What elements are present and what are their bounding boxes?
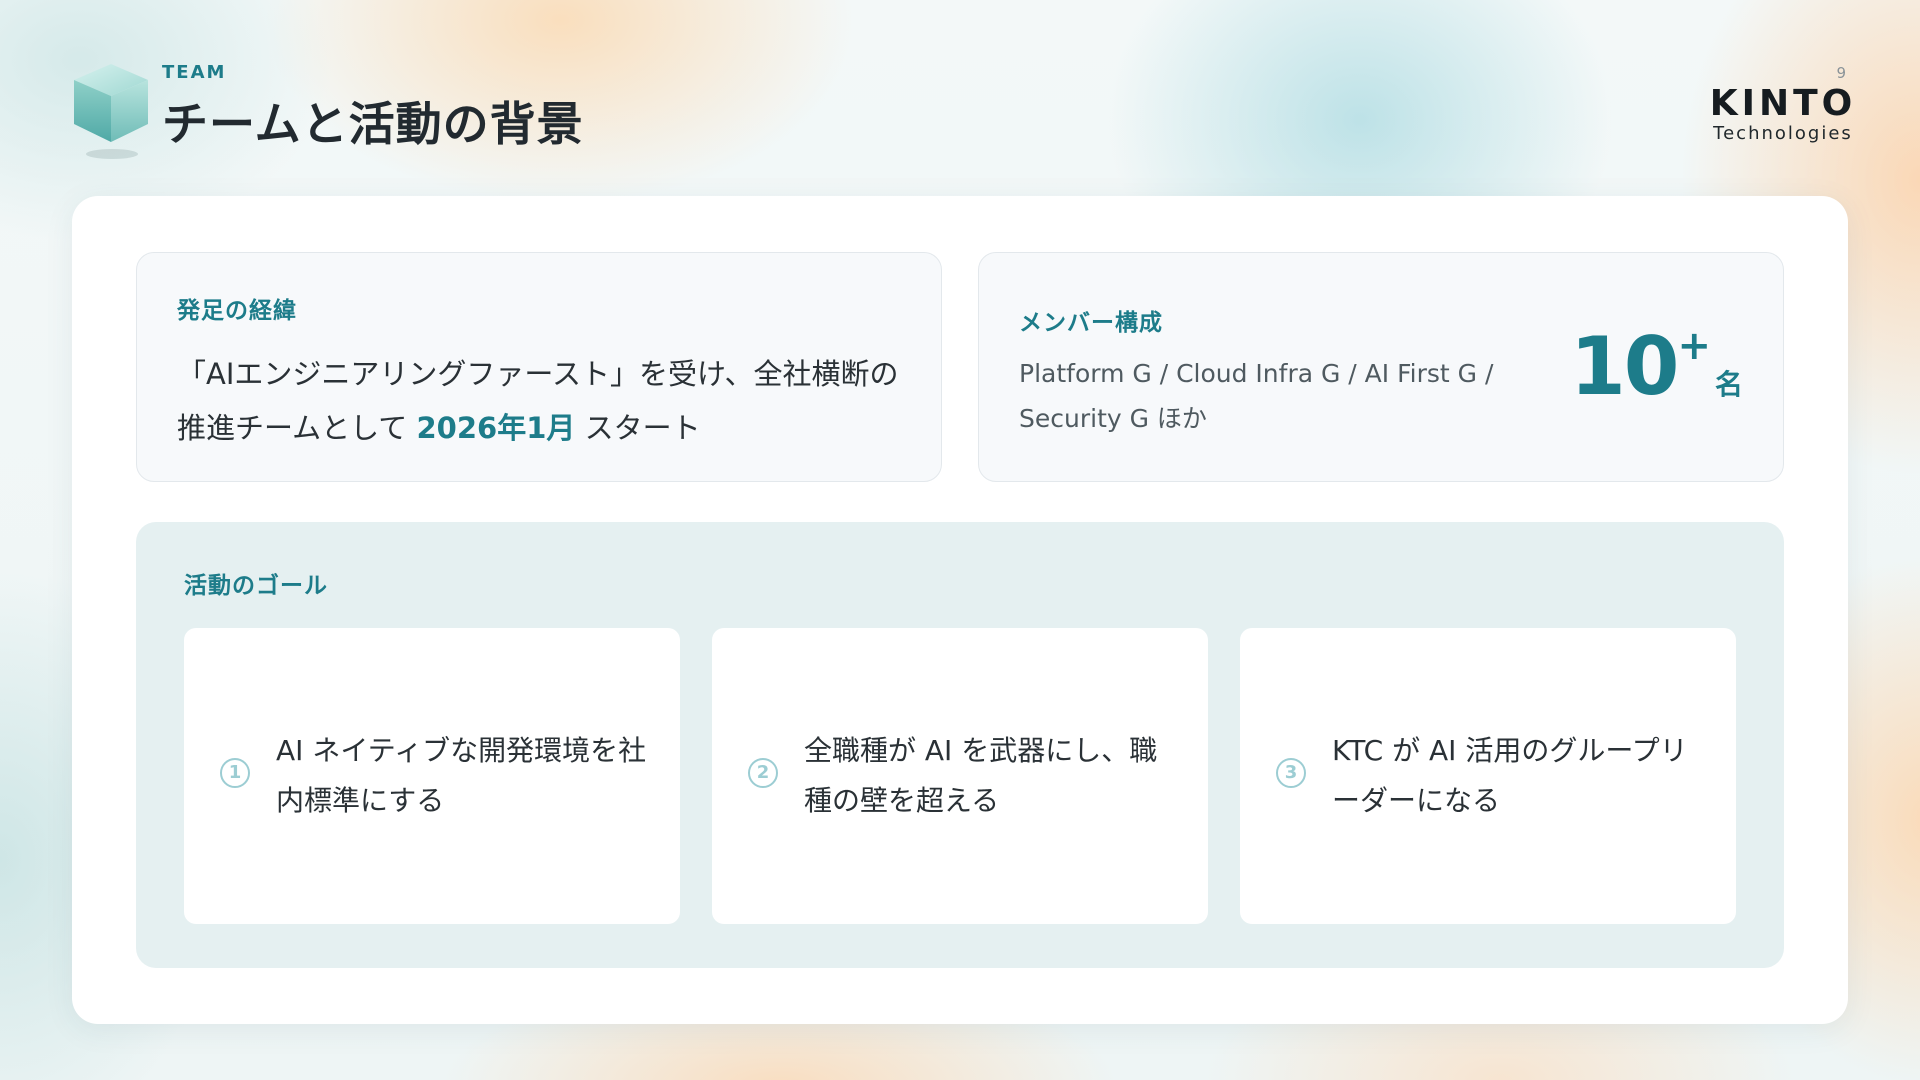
members-card: メンバー構成 Platform G / Cloud Infra G / AI F… bbox=[978, 252, 1784, 482]
origin-label: 発足の経緯 bbox=[177, 298, 297, 324]
goal-number-2: 2 bbox=[748, 758, 778, 788]
member-count: 10+名 bbox=[1570, 323, 1743, 407]
page-title: チームと活動の背景 bbox=[162, 97, 584, 151]
logo-wordmark: KINTO bbox=[1709, 83, 1857, 124]
content-card: 発足の経緯 「AIエンジニアリングファースト」を受け、全社横断の推進チームとして… bbox=[72, 196, 1848, 1024]
logo-subtitle: Technologies bbox=[1713, 123, 1853, 144]
members-label: メンバー構成 bbox=[1019, 310, 1163, 336]
goals-panel: 活動のゴール 1 AI ネイティブな開発環境を社内標準にする 2 全職種が AI… bbox=[136, 522, 1784, 968]
goal-number-1: 1 bbox=[220, 758, 250, 788]
page-number: 9 bbox=[1836, 64, 1846, 82]
members-groups: Platform G / Cloud Infra G / AI First G … bbox=[1019, 359, 1494, 433]
section-eyebrow: TEAM bbox=[162, 62, 227, 83]
goals-label: 活動のゴール bbox=[184, 573, 328, 599]
member-count-number: 10 bbox=[1570, 320, 1679, 413]
member-count-plus: + bbox=[1677, 323, 1711, 369]
goal-card-2: 2 全職種が AI を武器にし、職種の壁を超える bbox=[712, 628, 1208, 924]
goal-number-3: 3 bbox=[1276, 758, 1306, 788]
goal-text-1: AI ネイティブな開発環境を社内標準にする bbox=[276, 734, 647, 817]
origin-text: 「AIエンジニアリングファースト」を受け、全社横断の推進チームとして 2026年… bbox=[177, 347, 917, 455]
goal-text-2: 全職種が AI を武器にし、職種の壁を超える bbox=[804, 734, 1158, 817]
kinto-logo: KINTO Technologies bbox=[1708, 84, 1858, 144]
origin-text-after: スタート bbox=[575, 411, 701, 445]
member-count-unit: 名 bbox=[1714, 368, 1743, 401]
origin-date-highlight: 2026年1月 bbox=[416, 411, 576, 445]
goal-card-3: 3 KTC が AI 活用のグループリーダーになる bbox=[1240, 628, 1736, 924]
goal-card-1: 1 AI ネイティブな開発環境を社内標準にする bbox=[184, 628, 680, 924]
goal-text-3: KTC が AI 活用のグループリーダーになる bbox=[1332, 734, 1688, 817]
cube-icon bbox=[74, 64, 148, 159]
origin-card: 発足の経緯 「AIエンジニアリングファースト」を受け、全社横断の推進チームとして… bbox=[136, 252, 942, 482]
